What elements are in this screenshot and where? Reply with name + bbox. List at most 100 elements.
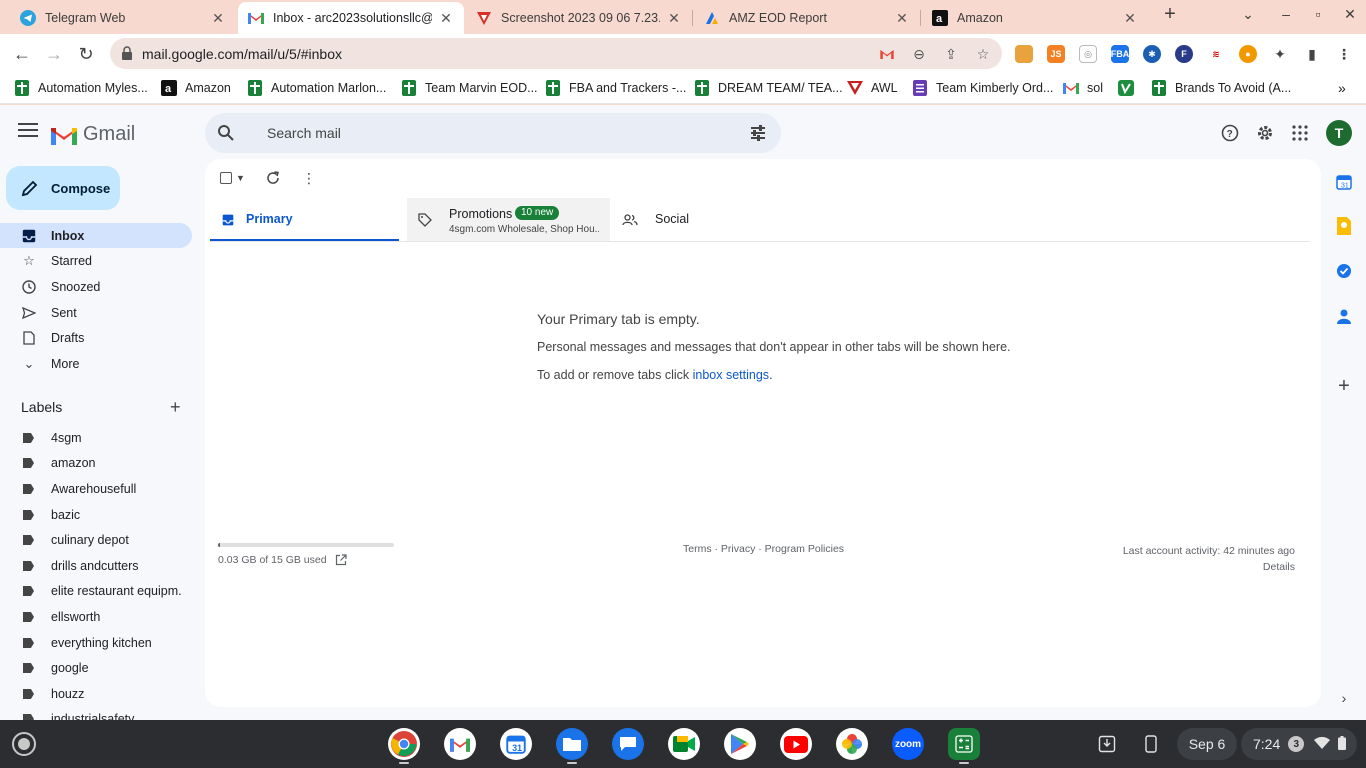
date-display[interactable]: Sep 6 xyxy=(1177,728,1237,760)
extension-orange-icon[interactable]: ● xyxy=(1239,45,1257,63)
main-menu-icon[interactable] xyxy=(18,123,38,137)
youtube-icon[interactable] xyxy=(780,728,812,760)
label-item[interactable]: Awarehousefull xyxy=(0,478,192,500)
bookmark-item[interactable]: Team Marvin EOD... xyxy=(401,80,538,96)
bookmark-item[interactable]: Automation Marlon... xyxy=(247,80,386,96)
nav-item-inbox[interactable]: Inbox xyxy=(0,223,192,248)
zoom-out-icon[interactable]: ⊖ xyxy=(910,45,928,63)
calendar-icon[interactable]: 31 xyxy=(500,728,532,760)
refresh-icon[interactable] xyxy=(266,170,280,186)
side-panel-icon[interactable]: ▮ xyxy=(1303,45,1321,63)
label-item[interactable]: 4sgm xyxy=(0,427,192,449)
files-icon[interactable] xyxy=(556,728,588,760)
tab-social[interactable]: Social xyxy=(612,198,782,242)
close-icon[interactable]: ✕ xyxy=(210,10,226,26)
window-close-icon[interactable]: ✕ xyxy=(1340,6,1360,23)
tab-promotions[interactable]: Promotions 10 new 4sgm.com Wholesale, Sh… xyxy=(407,198,610,242)
label-item[interactable]: everything kitchen xyxy=(0,632,192,654)
bookmark-item[interactable]: FBA and Trackers -... xyxy=(545,80,686,96)
bookmark-item[interactable]: sol xyxy=(1063,80,1103,96)
tab-amazon[interactable]: a Amazon ✕ xyxy=(922,2,1148,34)
extension-gray-icon[interactable]: ◎ xyxy=(1079,45,1097,63)
nav-item-snoozed[interactable]: Snoozed xyxy=(0,274,192,299)
launcher-icon[interactable] xyxy=(12,732,36,756)
gmail-icon[interactable] xyxy=(444,728,476,760)
apps-grid-icon[interactable] xyxy=(1289,122,1311,144)
nav-item-drafts[interactable]: Drafts xyxy=(0,325,192,350)
account-avatar[interactable]: T xyxy=(1326,120,1352,146)
extensions-puzzle-icon[interactable]: ✦ xyxy=(1271,45,1289,63)
expand-panel-chevron-icon[interactable]: › xyxy=(1335,689,1353,707)
more-options-icon[interactable]: ⋮ xyxy=(302,170,316,186)
bookmark-item[interactable]: a Amazon xyxy=(161,80,231,96)
label-item[interactable]: ellsworth xyxy=(0,606,192,628)
details-link[interactable]: Details xyxy=(1123,559,1295,575)
select-dropdown-caret-icon[interactable]: ▼ xyxy=(236,170,245,186)
tab-telegram[interactable]: Telegram Web ✕ xyxy=(10,2,236,34)
messages-icon[interactable] xyxy=(612,728,644,760)
extension-js-icon[interactable]: JS xyxy=(1047,45,1065,63)
nav-item-sent[interactable]: Sent xyxy=(0,300,192,325)
extension-blue-icon[interactable]: ✱ xyxy=(1143,45,1161,63)
contacts-icon[interactable] xyxy=(1335,307,1353,325)
tasks-icon[interactable] xyxy=(1335,262,1353,280)
add-label-plus-icon[interactable]: + xyxy=(170,397,181,418)
play-store-icon[interactable] xyxy=(724,728,756,760)
gmail-logo[interactable]: Gmail xyxy=(51,123,135,146)
tab-screenshot[interactable]: Screenshot 2023 09 06 7.23.0 ✕ xyxy=(466,2,692,34)
bookmark-item[interactable]: AWL xyxy=(847,80,898,96)
label-item[interactable]: elite restaurant equipm... xyxy=(0,580,192,602)
nav-item-starred[interactable]: ☆ Starred xyxy=(0,248,192,273)
calendar-icon[interactable]: 31 xyxy=(1335,173,1353,191)
tab-gmail-inbox[interactable]: Inbox - arc2023solutionsllc@g ✕ xyxy=(238,2,464,34)
nav-item-more[interactable]: ⌄ More xyxy=(0,351,192,376)
close-icon[interactable]: ✕ xyxy=(894,10,910,26)
tab-amz-eod[interactable]: AMZ EOD Report ✕ xyxy=(694,2,920,34)
get-addons-plus-icon[interactable]: + xyxy=(1335,375,1353,397)
bookmarks-overflow-chevron-icon[interactable]: » xyxy=(1338,80,1346,96)
close-icon[interactable]: ✕ xyxy=(1122,10,1138,26)
share-icon[interactable]: ⇪ xyxy=(942,45,960,63)
compose-button[interactable]: Compose xyxy=(6,166,120,210)
address-bar[interactable]: mail.google.com/mail/u/5/#inbox ⊖ ⇪ ☆ xyxy=(110,38,1002,69)
browser-menu-icon[interactable]: ⋮ xyxy=(1335,45,1353,63)
keep-icon[interactable] xyxy=(1335,217,1353,235)
settings-gear-icon[interactable] xyxy=(1254,122,1276,144)
bookmark-item[interactable]: DREAM TEAM/ TEA... xyxy=(694,80,843,96)
forward-arrow-icon[interactable]: → xyxy=(40,41,68,67)
search-options-icon[interactable] xyxy=(749,124,767,142)
bookmark-item[interactable] xyxy=(1118,80,1142,96)
extension-fba-icon[interactable]: FBA xyxy=(1111,45,1129,63)
label-item[interactable]: amazon xyxy=(0,452,192,474)
bookmark-item[interactable]: Team Kimberly Ord... xyxy=(912,80,1053,96)
extension-f-icon[interactable]: F xyxy=(1175,45,1193,63)
back-arrow-icon[interactable]: ← xyxy=(8,41,36,67)
extension-honey-icon[interactable] xyxy=(1015,45,1033,63)
new-tab-plus-icon[interactable]: + xyxy=(1160,3,1180,26)
phone-hub-icon[interactable] xyxy=(1139,732,1163,756)
search-icon[interactable] xyxy=(217,124,235,142)
label-item[interactable]: culinary depot xyxy=(0,529,192,551)
minimize-icon[interactable]: – xyxy=(1276,6,1296,22)
label-item[interactable]: drills andcutters xyxy=(0,555,192,577)
tote-download-icon[interactable] xyxy=(1095,732,1119,756)
label-item[interactable]: industrialsafety xyxy=(0,708,192,720)
photos-icon[interactable] xyxy=(836,728,868,760)
reload-icon[interactable]: ↻ xyxy=(72,41,100,67)
label-item[interactable]: bazic xyxy=(0,504,192,526)
close-icon[interactable]: ✕ xyxy=(666,10,682,26)
extension-red-icon[interactable]: ≋ xyxy=(1207,45,1225,63)
meet-icon[interactable] xyxy=(668,728,700,760)
tab-search-chevron-icon[interactable]: ⌄ xyxy=(1238,6,1258,23)
tab-primary[interactable]: Primary xyxy=(210,198,399,242)
search-bar[interactable] xyxy=(205,113,781,153)
restore-icon[interactable]: ▫ xyxy=(1308,6,1328,22)
bookmark-star-icon[interactable]: ☆ xyxy=(974,45,992,63)
calculator-icon[interactable] xyxy=(948,728,980,760)
close-icon[interactable]: ✕ xyxy=(438,10,454,26)
label-item[interactable]: google xyxy=(0,657,192,679)
select-all-checkbox[interactable] xyxy=(220,170,232,186)
open-external-icon[interactable] xyxy=(335,554,347,566)
footer-links[interactable]: Terms · Privacy · Program Policies xyxy=(683,543,844,555)
chrome-icon[interactable] xyxy=(388,728,420,760)
